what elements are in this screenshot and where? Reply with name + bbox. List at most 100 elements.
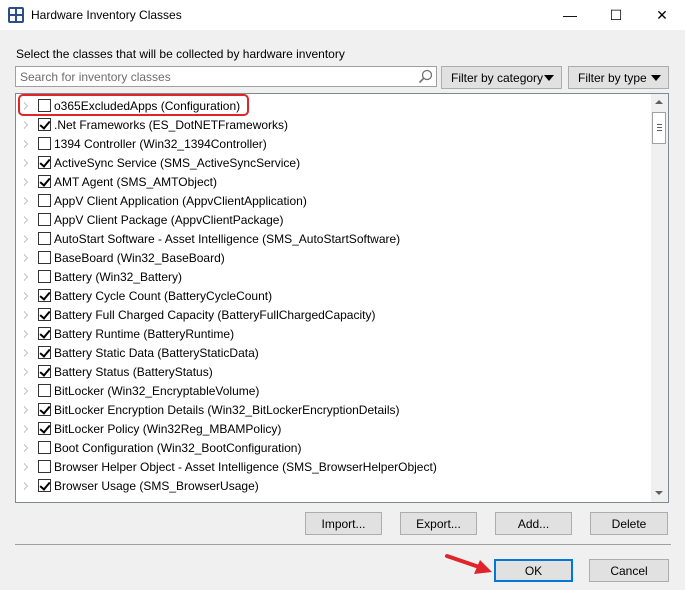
list-item[interactable]: Battery Status (BatteryStatus) [16,363,652,382]
expand-arrow-icon[interactable] [24,387,28,395]
list-item[interactable]: AppV Client Application (AppvClientAppli… [16,192,652,211]
list-item[interactable]: Battery Static Data (BatteryStaticData) [16,344,652,363]
filter-by-type-button[interactable]: Filter by type [568,66,669,89]
list-item[interactable]: Browser Usage (SMS_BrowserUsage) [16,477,652,496]
export-button[interactable]: Export... [400,512,477,535]
search-box[interactable] [15,66,437,87]
expand-arrow-icon[interactable] [24,197,28,205]
expand-arrow-icon[interactable] [24,178,28,186]
class-checkbox[interactable] [38,156,51,169]
search-icon[interactable] [418,69,433,84]
list-item[interactable]: Battery Runtime (BatteryRuntime) [16,325,652,344]
list-item[interactable]: Browser Helper Object - Asset Intelligen… [16,458,652,477]
expand-arrow-icon[interactable] [24,368,28,376]
class-checkbox[interactable] [38,308,51,321]
expand-arrow-icon[interactable] [24,444,28,452]
class-list[interactable]: o365ExcludedApps (Configuration) .Net Fra… [15,93,669,503]
class-checkbox[interactable] [38,460,51,473]
hardware-inventory-dialog: Hardware Inventory Classes — ☐ ✕ Select … [0,0,685,590]
minimize-button[interactable]: — [547,0,593,30]
expand-arrow-icon[interactable] [24,216,28,224]
class-checkbox[interactable] [38,346,51,359]
maximize-button[interactable]: ☐ [593,0,639,30]
chevron-down-icon [651,75,661,81]
list-item[interactable]: Boot Configuration (Win32_BootConfigurat… [16,439,652,458]
list-item[interactable]: AppV Client Package (AppvClientPackage) [16,211,652,230]
import-button[interactable]: Import... [305,512,382,535]
class-label: BaseBoard (Win32_BaseBoard) [54,251,225,265]
vertical-scrollbar[interactable] [651,94,668,502]
expand-arrow-icon[interactable] [24,159,28,167]
add-button[interactable]: Add... [495,512,572,535]
instruction-text: Select the classes that will be collecte… [16,47,345,61]
list-item[interactable]: Battery (Win32_Battery) [16,268,652,287]
class-label: AppV Client Package (AppvClientPackage) [54,213,284,227]
cancel-button[interactable]: Cancel [589,559,669,582]
expand-arrow-icon[interactable] [24,235,28,243]
expand-arrow-icon[interactable] [24,425,28,433]
class-checkbox[interactable] [38,422,51,435]
class-checkbox[interactable] [38,175,51,188]
list-item[interactable]: BaseBoard (Win32_BaseBoard) [16,249,652,268]
filter-by-type-label: Filter by type [578,70,647,85]
chevron-down-icon [544,75,554,81]
scroll-down-icon[interactable] [655,491,663,495]
class-checkbox[interactable] [38,232,51,245]
expand-arrow-icon[interactable] [24,273,28,281]
class-checkbox[interactable] [38,194,51,207]
class-checkbox[interactable] [38,289,51,302]
expand-arrow-icon[interactable] [24,406,28,414]
maximize-icon: ☐ [609,6,623,23]
ok-button[interactable]: OK [494,559,573,582]
list-item[interactable]: Battery Full Charged Capacity (BatteryFu… [16,306,652,325]
highlight-annotation [18,94,249,116]
class-label: AMT Agent (SMS_AMTObject) [54,175,217,189]
class-checkbox[interactable] [38,213,51,226]
app-icon [8,7,24,23]
class-label: 1394 Controller (Win32_1394Controller) [54,137,267,151]
list-item[interactable]: 1394 Controller (Win32_1394Controller) [16,135,652,154]
delete-button[interactable]: Delete [590,512,668,535]
class-checkbox[interactable] [38,403,51,416]
close-button[interactable]: ✕ [639,0,685,30]
expand-arrow-icon[interactable] [24,463,28,471]
class-checkbox[interactable] [38,365,51,378]
expand-arrow-icon[interactable] [24,311,28,319]
list-item[interactable]: BitLocker (Win32_EncryptableVolume) [16,382,652,401]
class-label: .Net Frameworks (ES_DotNETFrameworks) [54,118,289,132]
minimize-icon: — [563,7,577,23]
list-item[interactable]: AMT Agent (SMS_AMTObject) [16,173,652,192]
class-checkbox[interactable] [38,479,51,492]
class-checkbox[interactable] [38,251,51,264]
list-item[interactable]: .Net Frameworks (ES_DotNETFrameworks) [16,116,652,135]
class-checkbox[interactable] [38,118,51,131]
expand-arrow-icon[interactable] [24,121,28,129]
class-checkbox[interactable] [38,137,51,150]
class-checkbox[interactable] [38,384,51,397]
list-item[interactable]: BitLocker Encryption Details (Win32_BitL… [16,401,652,420]
expand-arrow-icon[interactable] [24,330,28,338]
expand-arrow-icon[interactable] [24,140,28,148]
title-bar: Hardware Inventory Classes — ☐ ✕ [0,0,685,30]
class-label: BitLocker Encryption Details (Win32_BitL… [54,403,400,417]
class-label: Battery (Win32_Battery) [54,270,183,284]
class-label: Battery Cycle Count (BatteryCycleCount) [54,289,273,303]
filter-by-category-button[interactable]: Filter by category [441,66,562,89]
list-item[interactable]: Battery Cycle Count (BatteryCycleCount) [16,287,652,306]
scroll-thumb[interactable] [652,112,666,144]
class-checkbox[interactable] [38,270,51,283]
expand-arrow-icon[interactable] [24,482,28,490]
list-item[interactable]: AutoStart Software - Asset Intelligence … [16,230,652,249]
list-item[interactable]: ActiveSync Service (SMS_ActiveSyncServic… [16,154,652,173]
close-icon: ✕ [656,6,668,23]
expand-arrow-icon[interactable] [24,254,28,262]
class-label: Battery Status (BatteryStatus) [54,365,213,379]
class-checkbox[interactable] [38,327,51,340]
expand-arrow-icon[interactable] [24,349,28,357]
window-title: Hardware Inventory Classes [31,8,182,22]
scroll-up-icon[interactable] [655,100,663,104]
expand-arrow-icon[interactable] [24,292,28,300]
list-item[interactable]: BitLocker Policy (Win32Reg_MBAMPolicy) [16,420,652,439]
class-checkbox[interactable] [38,441,51,454]
search-input[interactable] [20,69,415,84]
